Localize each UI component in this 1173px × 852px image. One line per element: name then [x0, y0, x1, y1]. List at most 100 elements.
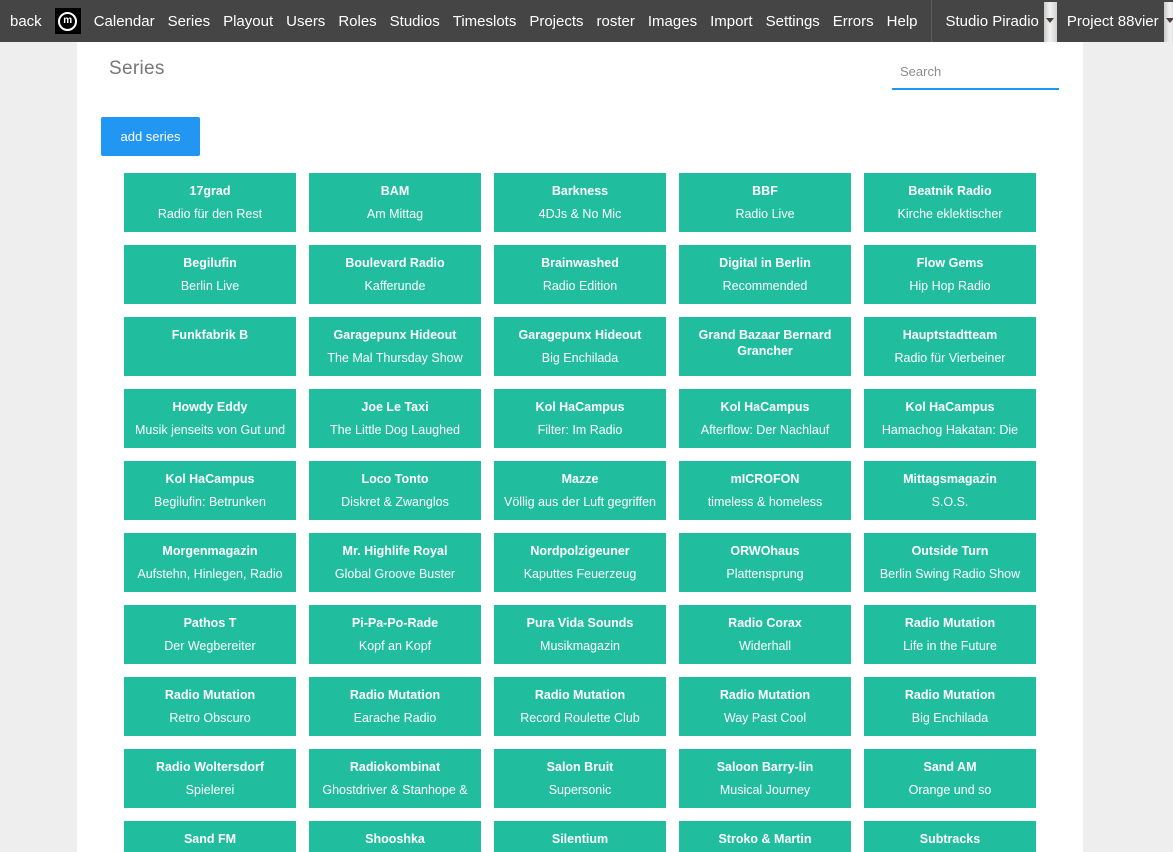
- series-card[interactable]: mICROFON timeless & homeless: [679, 461, 851, 520]
- series-card[interactable]: Mittagsmagazin S.O.S.: [864, 461, 1036, 520]
- series-card[interactable]: Radio Corax Widerhall: [679, 605, 851, 664]
- series-card-title: Stroko & Martin: [685, 831, 845, 847]
- series-card-title: Beatnik Radio: [870, 183, 1030, 199]
- nav-item-users[interactable]: Users: [286, 13, 325, 30]
- series-card[interactable]: Garagepunx Hideout Big Enchilada: [494, 317, 666, 376]
- chevron-down-icon[interactable]: [1044, 2, 1057, 42]
- series-card[interactable]: Digital in Berlin Recommended: [679, 245, 851, 304]
- series-card-title: Saloon Barry-lin: [685, 759, 845, 775]
- nav-item-timeslots[interactable]: Timeslots: [453, 13, 517, 30]
- series-card[interactable]: Morgenmagazin Aufstehn, Hinlegen, Radio: [124, 533, 296, 592]
- chevron-down-icon[interactable]: [1164, 2, 1173, 42]
- series-card[interactable]: Sand FM Orange und Gäste: [124, 821, 296, 852]
- nav-item-calendar[interactable]: Calendar: [94, 13, 155, 30]
- series-card[interactable]: BAM Am Mittag: [309, 173, 481, 232]
- series-card-title: Radio Mutation: [685, 687, 845, 703]
- studio-select[interactable]: Studio Piradio: [946, 0, 1057, 42]
- nav-item-playout[interactable]: Playout: [223, 13, 273, 30]
- series-card[interactable]: Loco Tonto Diskret & Zwanglos: [309, 461, 481, 520]
- series-card[interactable]: Brainwashed Radio Edition: [494, 245, 666, 304]
- series-card[interactable]: BBF Radio Live: [679, 173, 851, 232]
- series-card[interactable]: Hauptstadtteam Radio für Vierbeiner: [864, 317, 1036, 376]
- project-select[interactable]: Project 88vier: [1067, 0, 1173, 42]
- series-card[interactable]: Flow Gems Hip Hop Radio: [864, 245, 1036, 304]
- series-card[interactable]: Howdy Eddy Musik jenseits von Gut und: [124, 389, 296, 448]
- series-card-subtitle: The Little Dog Laughed: [315, 423, 475, 438]
- search-input[interactable]: [892, 60, 1059, 90]
- series-card-subtitle: Musik jenseits von Gut und: [130, 423, 290, 438]
- series-card[interactable]: Subtracks To Released: [864, 821, 1036, 852]
- series-card[interactable]: Grand Bazaar Bernard Grancher: [679, 317, 851, 376]
- series-card[interactable]: Radio Mutation Earache Radio: [309, 677, 481, 736]
- nav-item-settings[interactable]: Settings: [766, 13, 820, 30]
- nav-item-roles[interactable]: Roles: [338, 13, 376, 30]
- series-card[interactable]: Kol HaCampus Begilufin: Betrunken: [124, 461, 296, 520]
- series-card-title: Radio Woltersdorf: [130, 759, 290, 775]
- series-card[interactable]: Garagepunx Hideout The Mal Thursday Show: [309, 317, 481, 376]
- series-card-title: Mr. Highlife Royal: [315, 543, 475, 559]
- series-card[interactable]: Mazze Völlig aus der Luft gegriffen: [494, 461, 666, 520]
- series-card[interactable]: Kol HaCampus Filter: Im Radio: [494, 389, 666, 448]
- series-card-title: Grand Bazaar Bernard Grancher: [685, 327, 845, 359]
- nav-item-import[interactable]: Import: [710, 13, 753, 30]
- series-card-title: Subtracks: [870, 831, 1030, 847]
- series-card-title: Morgenmagazin: [130, 543, 290, 559]
- series-card[interactable]: Radio Mutation Record Roulette Club: [494, 677, 666, 736]
- nav-item-projects[interactable]: Projects: [529, 13, 583, 30]
- series-card-title: Garagepunx Hideout: [500, 327, 660, 343]
- series-card[interactable]: Nordpolzigeuner Kaputtes Feuerzeug: [494, 533, 666, 592]
- series-card[interactable]: Sand AM Orange und so: [864, 749, 1036, 808]
- series-card[interactable]: Joe Le Taxi The Little Dog Laughed: [309, 389, 481, 448]
- series-card[interactable]: Pura Vida Sounds Musikmagazin: [494, 605, 666, 664]
- series-card[interactable]: Mr. Highlife Royal Global Groove Buster: [309, 533, 481, 592]
- nav-item-studios[interactable]: Studios: [390, 13, 440, 30]
- series-card[interactable]: Salon Bruit Supersonic: [494, 749, 666, 808]
- series-card[interactable]: Saloon Barry-lin Musical Journey: [679, 749, 851, 808]
- series-card-title: Joe Le Taxi: [315, 399, 475, 415]
- series-card[interactable]: ORWOhaus Plattensprung: [679, 533, 851, 592]
- series-card-title: BAM: [315, 183, 475, 199]
- series-card[interactable]: Pathos T Der Wegbereiter: [124, 605, 296, 664]
- series-card[interactable]: Begilufin Berlin Live: [124, 245, 296, 304]
- series-card[interactable]: Radio Woltersdorf Spielerei: [124, 749, 296, 808]
- series-card[interactable]: Outside Turn Berlin Swing Radio Show: [864, 533, 1036, 592]
- series-card[interactable]: Silentium Geschichten: [494, 821, 666, 852]
- series-card-subtitle: Earache Radio: [315, 711, 475, 726]
- series-card-title: Radio Corax: [685, 615, 845, 631]
- nav-item-errors[interactable]: Errors: [833, 13, 874, 30]
- piradio-logo-icon[interactable]: m: [55, 8, 81, 34]
- series-card[interactable]: Kol HaCampus Hamachog Hakatan: Die: [864, 389, 1036, 448]
- series-card-title: Pathos T: [130, 615, 290, 631]
- series-card-subtitle: Supersonic: [500, 783, 660, 798]
- series-card-subtitle: Radio für den Rest: [130, 207, 290, 222]
- nav-item-back[interactable]: back: [10, 13, 42, 30]
- series-card[interactable]: Stroko & Martin It's all in a technicolo…: [679, 821, 851, 852]
- series-card[interactable]: Barkness 4DJs & No Mic: [494, 173, 666, 232]
- nav-item-roster[interactable]: roster: [597, 13, 635, 30]
- nav-item-series[interactable]: Series: [168, 13, 211, 30]
- series-card[interactable]: Shooshka Joyful Noise: [309, 821, 481, 852]
- series-card[interactable]: Radiokombinat Ghostdriver & Stanhope &: [309, 749, 481, 808]
- series-card[interactable]: Beatnik Radio Kirche eklektischer: [864, 173, 1036, 232]
- series-card[interactable]: Radio Mutation Retro Obscuro: [124, 677, 296, 736]
- series-card[interactable]: Funkfabrik B: [124, 317, 296, 376]
- add-series-button[interactable]: add series: [101, 117, 200, 156]
- nav-menu: Calendar Series Playout Users Roles Studios Ti…: [94, 13, 931, 30]
- nav-item-help[interactable]: Help: [887, 13, 918, 30]
- series-card[interactable]: Pi-Pa-Po-Rade Kopf an Kopf: [309, 605, 481, 664]
- series-card[interactable]: Kol HaCampus Afterflow: Der Nachlauf: [679, 389, 851, 448]
- series-card-subtitle: Widerhall: [685, 639, 845, 654]
- series-card[interactable]: Radio Mutation Way Past Cool: [679, 677, 851, 736]
- series-card[interactable]: Radio Mutation Big Enchilada: [864, 677, 1036, 736]
- series-card[interactable]: Boulevard Radio Kafferunde: [309, 245, 481, 304]
- series-card-subtitle: Plattensprung: [685, 567, 845, 582]
- series-card[interactable]: 17grad Radio für den Rest: [124, 173, 296, 232]
- circled-m-glyph: m: [58, 12, 77, 31]
- series-card-subtitle: Diskret & Zwanglos: [315, 495, 475, 510]
- series-card-subtitle: S.O.S.: [870, 495, 1030, 510]
- series-card-title: Kol HaCampus: [685, 399, 845, 415]
- nav-item-images[interactable]: Images: [648, 13, 697, 30]
- series-card[interactable]: Radio Mutation Life in the Future: [864, 605, 1036, 664]
- series-card-title: Pura Vida Sounds: [500, 615, 660, 631]
- series-card-subtitle: Der Wegbereiter: [130, 639, 290, 654]
